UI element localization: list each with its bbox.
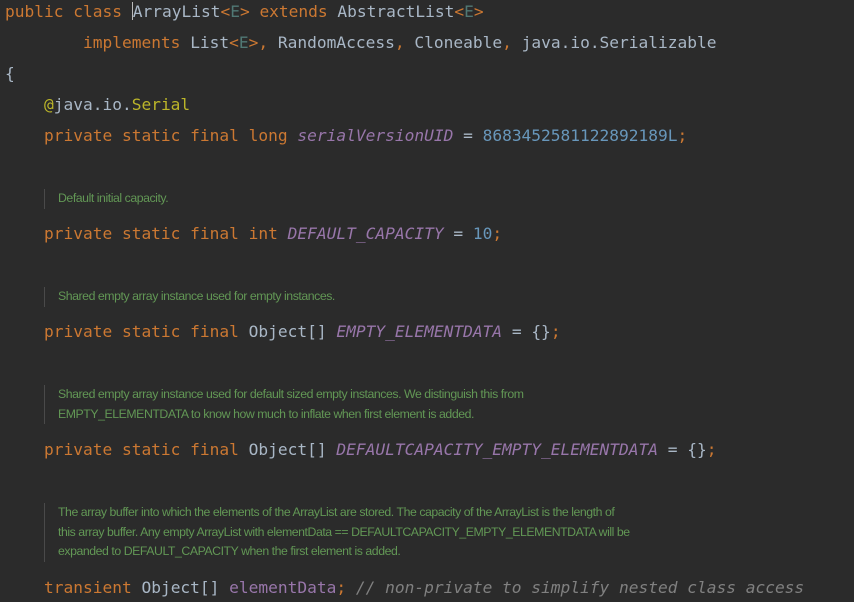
type-object-array[interactable]: Object[]: [249, 440, 327, 459]
doc-comment-default-capacity[interactable]: Default initial capacity.: [44, 189, 169, 209]
field-defaultcapacity-empty-elementdata[interactable]: DEFAULTCAPACITY_EMPTY_ELEMENTDATA: [336, 440, 658, 459]
class-name[interactable]: ArrayList: [133, 2, 221, 21]
semicolon: ;: [492, 224, 503, 243]
modifiers: private static final: [43, 322, 239, 341]
operator-assign: =: [453, 224, 464, 243]
generic-close: >: [473, 2, 484, 21]
generic-close: >: [239, 2, 250, 21]
annotation-serial[interactable]: Serial: [132, 95, 190, 114]
code-line-defaultcapacity-empty-elementdata[interactable]: private static final Object[] DEFAULTCAP…: [5, 439, 717, 461]
doc-comment-line: Default initial capacity.: [58, 191, 169, 205]
modifiers: private static final long: [43, 126, 288, 145]
generic-open: <: [454, 2, 465, 21]
doc-comment-line: The array buffer into which the elements…: [58, 505, 615, 519]
superclass-name[interactable]: AbstractList: [337, 2, 454, 21]
keyword-implements: implements: [82, 33, 181, 52]
code-line-default-capacity[interactable]: private static final int DEFAULT_CAPACIT…: [5, 223, 502, 245]
field-empty-elementdata[interactable]: EMPTY_ELEMENTDATA: [336, 322, 502, 341]
type-object-array[interactable]: Object[]: [249, 322, 327, 341]
interface-serializable[interactable]: java.io.Serializable: [522, 33, 717, 52]
doc-comment-element-data[interactable]: The array buffer into which the elements…: [44, 503, 630, 562]
semicolon: ;: [550, 322, 561, 341]
generic-open: <: [229, 33, 239, 52]
keyword-extends: extends: [259, 2, 328, 21]
operator-assign: =: [667, 440, 678, 459]
keyword-transient: transient: [43, 578, 132, 597]
field-default-capacity[interactable]: DEFAULT_CAPACITY: [288, 224, 444, 243]
comma: ,: [394, 33, 405, 52]
array-initializer: {}: [687, 440, 707, 459]
numeric-literal: 8683452581122892189L: [482, 126, 678, 145]
type-parameter: E: [464, 2, 474, 21]
keyword-public: public: [5, 2, 64, 21]
code-line-class-declaration[interactable]: public class ArrayList<E> extends Abstra…: [5, 1, 484, 23]
type-parameter: E: [238, 33, 249, 52]
line-comment: // non-private to simplify nested class …: [355, 578, 805, 597]
modifiers: private static final int: [43, 224, 278, 243]
doc-comment-empty-elementdata[interactable]: Shared empty array instance used for emp…: [44, 287, 335, 307]
generic-open: <: [220, 2, 231, 21]
interface-random-access[interactable]: RandomAccess: [278, 33, 395, 52]
doc-comment-line: Shared empty array instance used for def…: [58, 387, 524, 401]
code-line-open-brace[interactable]: {: [5, 63, 15, 85]
interface-list[interactable]: List: [190, 33, 229, 52]
open-brace: {: [5, 64, 15, 83]
field-serial-version-uid[interactable]: serialVersionUID: [297, 126, 453, 145]
code-line-empty-elementdata[interactable]: private static final Object[] EMPTY_ELEM…: [5, 321, 561, 343]
operator-assign: =: [511, 322, 522, 341]
keyword-class: class: [73, 2, 122, 21]
comma: ,: [502, 33, 512, 52]
doc-comment-line: EMPTY_ELEMENTDATA to know how much to in…: [58, 406, 474, 421]
doc-comment-line: this array buffer. Any empty ArrayList w…: [58, 524, 630, 539]
annotation-package: java.io.: [53, 95, 132, 114]
code-line-implements[interactable]: implements List<E>, RandomAccess, Clonea…: [5, 32, 717, 54]
code-line-annotation[interactable]: @java.io.Serial: [5, 94, 190, 116]
operator-assign: =: [463, 126, 473, 145]
doc-comment-defaultcapacity-empty-elementdata[interactable]: Shared empty array instance used for def…: [44, 385, 524, 424]
generic-close: >: [248, 33, 259, 52]
semicolon: ;: [336, 578, 347, 597]
doc-comment-line: Shared empty array instance used for emp…: [58, 289, 335, 303]
code-line-element-data[interactable]: transient Object[] elementData; // non-p…: [5, 577, 804, 599]
annotation-at: @: [43, 95, 54, 114]
semicolon: ;: [677, 126, 688, 145]
numeric-literal: 10: [472, 224, 493, 243]
code-line-serial-version-uid[interactable]: private static final long serialVersionU…: [5, 125, 687, 147]
type-parameter: E: [230, 2, 240, 21]
comma: ,: [258, 33, 269, 52]
field-element-data[interactable]: elementData: [229, 578, 336, 597]
modifiers: private static final: [43, 440, 239, 459]
semicolon: ;: [706, 440, 717, 459]
interface-cloneable[interactable]: Cloneable: [414, 33, 502, 52]
doc-comment-line: expanded to DEFAULT_CAPACITY when the fi…: [58, 544, 401, 558]
type-object-array[interactable]: Object[]: [141, 578, 219, 597]
array-initializer: {}: [531, 322, 551, 341]
